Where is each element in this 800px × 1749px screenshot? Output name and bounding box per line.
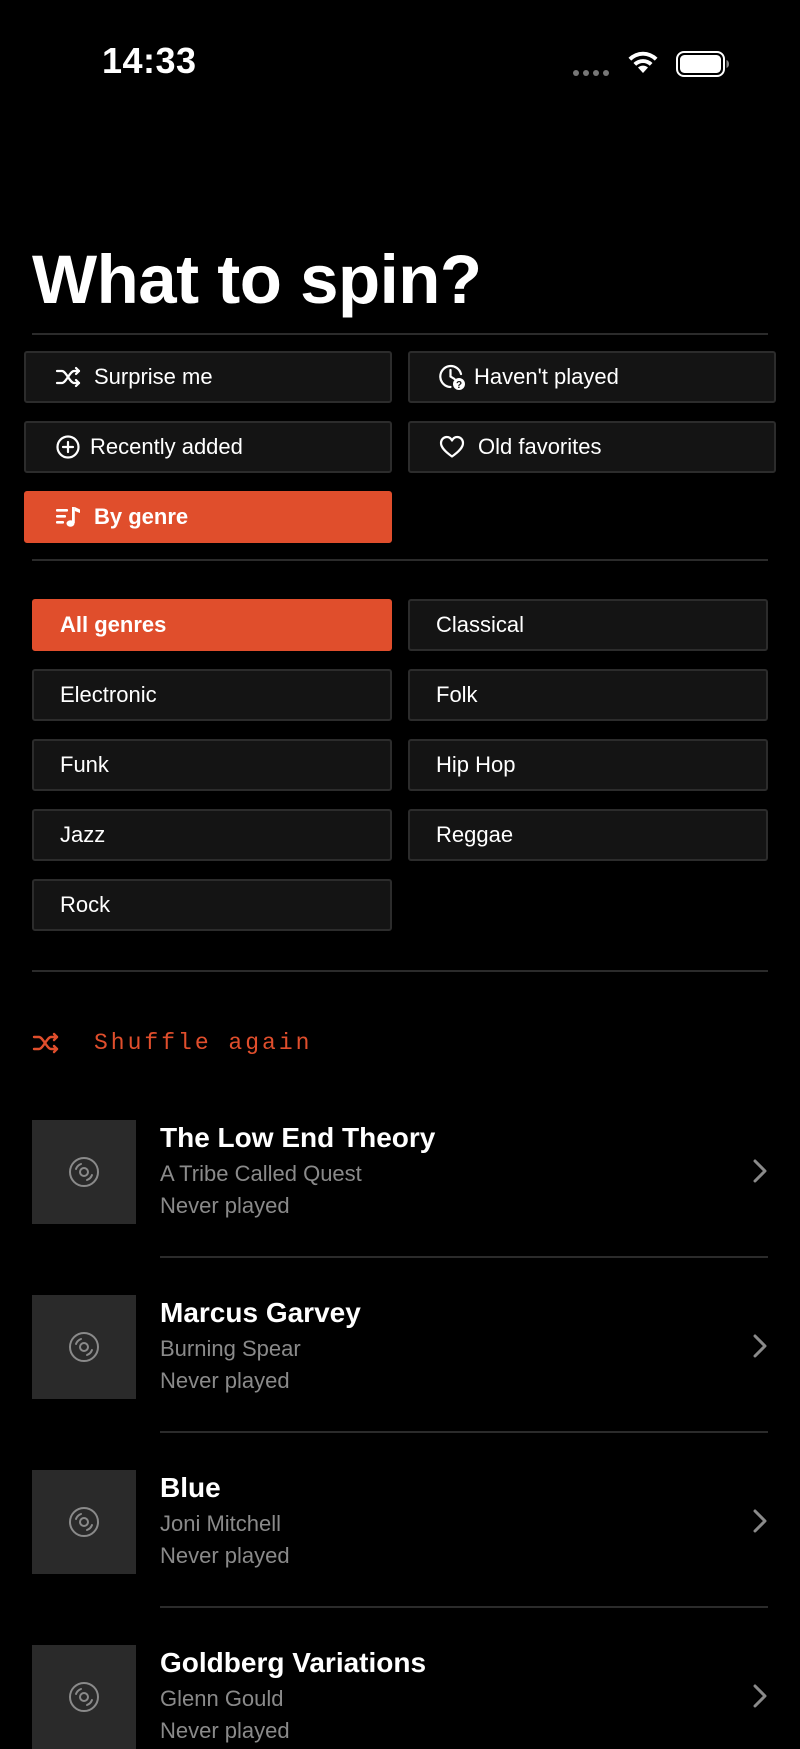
havent-played-button[interactable]: ? Haven't played	[408, 351, 776, 403]
genre-all-genres[interactable]: All genres	[32, 599, 392, 651]
album-play-status: Never played	[160, 1543, 290, 1568]
disc-icon	[69, 1682, 99, 1712]
row-divider	[160, 1606, 768, 1608]
disc-icon	[69, 1507, 99, 1537]
album-row[interactable]: Marcus Garvey Burning Spear Never played	[32, 1295, 768, 1399]
genre-label: Rock	[60, 892, 111, 917]
album-play-status: Never played	[160, 1368, 290, 1393]
chevron-right-icon	[752, 1158, 768, 1189]
heart-icon	[438, 433, 466, 461]
album-title: Marcus Garvey	[160, 1297, 361, 1328]
surprise-me-button[interactable]: Surprise me	[24, 351, 392, 403]
album-artist: A Tribe Called Quest	[160, 1161, 362, 1186]
old-favorites-label: Old favorites	[478, 434, 602, 459]
row-divider	[160, 1431, 768, 1433]
shuffle-again-button[interactable]: Shuffle again	[32, 1030, 312, 1056]
shuffle-icon	[54, 363, 82, 391]
genre-label: All genres	[60, 612, 167, 637]
disc-icon	[69, 1157, 99, 1187]
modes-divider	[32, 559, 768, 561]
music-list-icon	[54, 503, 82, 531]
by-genre-button[interactable]: By genre	[24, 491, 392, 543]
album-row[interactable]: Goldberg Variations Glenn Gould Never pl…	[32, 1645, 768, 1749]
chevron-right-icon	[752, 1683, 768, 1714]
title-divider	[32, 333, 768, 335]
genre-label: Folk	[436, 682, 478, 707]
chevron-right-icon	[752, 1333, 768, 1364]
genre-rock[interactable]: Rock	[32, 879, 392, 931]
by-genre-label: By genre	[94, 504, 189, 529]
wifi-icon	[626, 49, 660, 80]
album-artist: Burning Spear	[160, 1336, 301, 1361]
genre-label: Funk	[60, 752, 109, 777]
chevron-right-icon	[752, 1508, 768, 1539]
shuffle-again-label: Shuffle again	[94, 1030, 313, 1056]
genre-jazz[interactable]: Jazz	[32, 809, 392, 861]
status-time: 14:33	[102, 40, 197, 81]
old-favorites-button[interactable]: Old favorites	[408, 421, 776, 473]
album-row[interactable]: The Low End Theory A Tribe Called Quest …	[32, 1120, 768, 1224]
svg-text:?: ?	[456, 380, 462, 391]
genre-classical[interactable]: Classical	[408, 599, 768, 651]
album-title: Blue	[160, 1472, 221, 1503]
album-play-status: Never played	[160, 1193, 290, 1218]
plus-circle-icon	[54, 433, 82, 461]
album-artist: Glenn Gould	[160, 1686, 284, 1711]
album-title: The Low End Theory	[160, 1122, 436, 1153]
genre-funk[interactable]: Funk	[32, 739, 392, 791]
clock-question-icon: ?	[438, 363, 466, 391]
album-row[interactable]: Blue Joni Mitchell Never played	[32, 1470, 768, 1574]
genre-label: Jazz	[60, 822, 106, 847]
genres-divider	[32, 970, 768, 972]
disc-icon	[69, 1332, 99, 1362]
shuffle-icon	[32, 1032, 60, 1054]
album-play-status: Never played	[160, 1718, 290, 1743]
album-art	[32, 1645, 136, 1749]
genre-label: Classical	[436, 612, 525, 637]
genre-label: Hip Hop	[436, 752, 516, 777]
genre-label: Reggae	[436, 822, 514, 847]
album-art	[32, 1120, 136, 1224]
recently-added-label: Recently added	[90, 434, 243, 459]
genre-hip-hop[interactable]: Hip Hop	[408, 739, 768, 791]
recently-added-button[interactable]: Recently added	[24, 421, 392, 473]
genre-folk[interactable]: Folk	[408, 669, 768, 721]
genre-label: Electronic	[60, 682, 157, 707]
havent-played-label: Haven't played	[474, 364, 619, 389]
genre-electronic[interactable]: Electronic	[32, 669, 392, 721]
genre-reggae[interactable]: Reggae	[408, 809, 768, 861]
battery-icon	[676, 51, 730, 82]
row-divider	[160, 1256, 768, 1258]
album-artist: Joni Mitchell	[160, 1511, 282, 1536]
album-title: Goldberg Variations	[160, 1647, 427, 1678]
surprise-me-label: Surprise me	[94, 364, 213, 389]
cellular-signal-icon	[573, 70, 609, 76]
album-art	[32, 1295, 136, 1399]
album-art	[32, 1470, 136, 1574]
page-title: What to spin?	[32, 241, 482, 318]
